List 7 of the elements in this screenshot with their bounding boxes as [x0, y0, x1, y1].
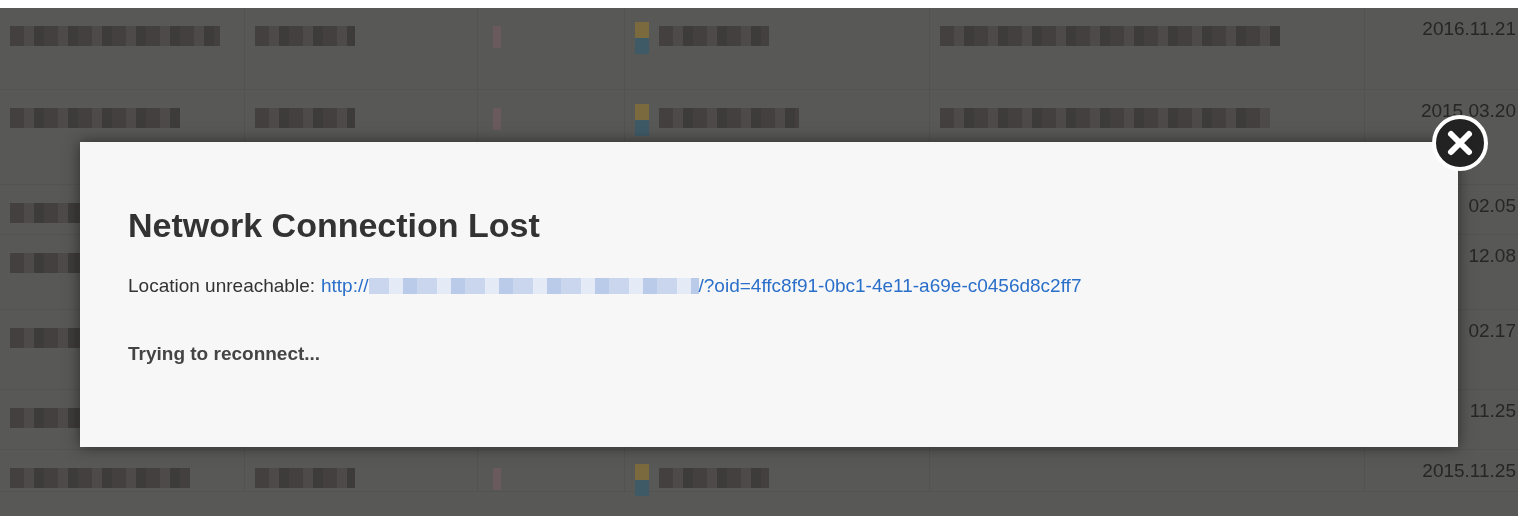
url-link[interactable]: http:// /?oid=4ffc8f91-0bc1-4e11-a69e-c0456d8c2ff7 — [321, 275, 1082, 297]
pixelated-icon — [635, 464, 649, 496]
status-text: Trying to reconnect... — [128, 343, 322, 365]
message-label: Location unreachable: — [128, 275, 315, 297]
dialog-title: Network Connection Lost — [128, 206, 541, 245]
pixelated-icon — [635, 22, 649, 54]
pixelated-icon — [635, 104, 649, 136]
